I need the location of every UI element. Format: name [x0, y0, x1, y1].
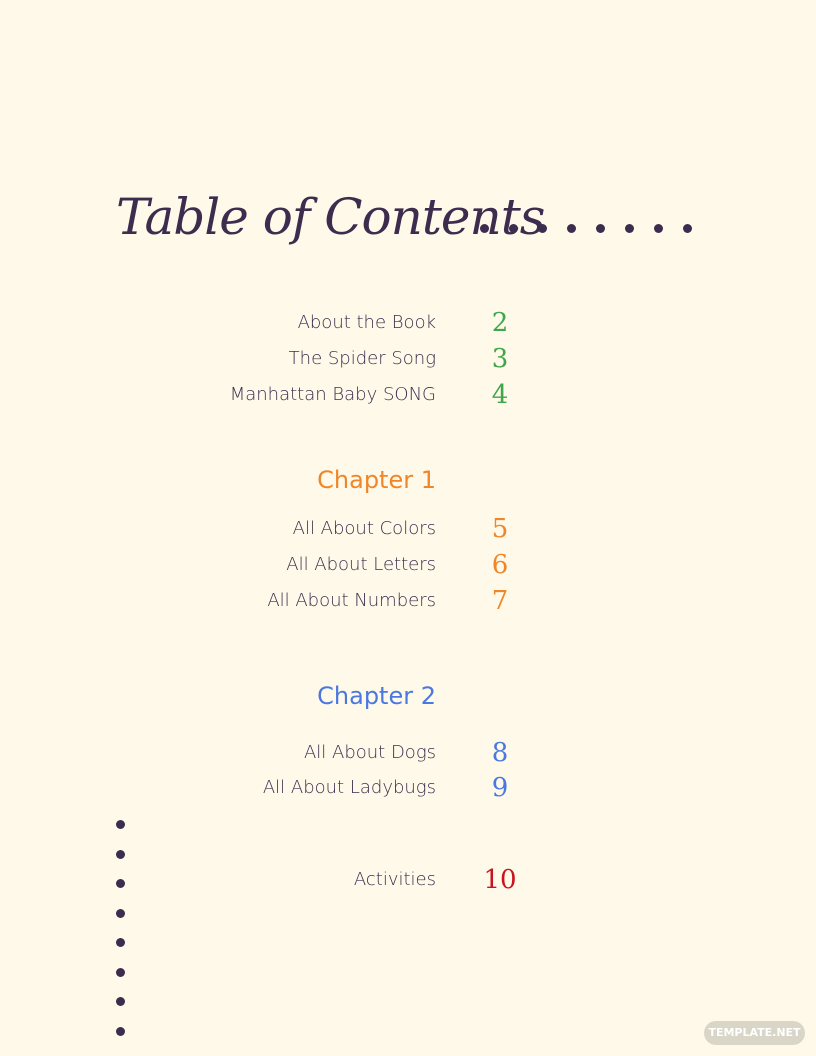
chapter-2-heading: Chapter 2 — [317, 682, 436, 710]
entry-page: 8 — [491, 738, 509, 768]
dot — [480, 224, 489, 233]
page-title: Table of Contents — [116, 188, 545, 246]
entry-page: 2 — [491, 308, 509, 338]
entry-label: All About Colors — [292, 518, 436, 539]
dot — [116, 879, 125, 888]
entry-label: All About Numbers — [267, 590, 436, 611]
dot — [625, 224, 634, 233]
toc-entry: The Spider Song 3 — [0, 344, 816, 374]
title-dots-decoration — [480, 224, 692, 233]
toc-entry: All About Letters 6 — [0, 550, 816, 580]
entry-page: 5 — [491, 514, 509, 544]
entry-page: 9 — [491, 773, 509, 803]
entry-page: 3 — [491, 344, 509, 374]
dot — [538, 224, 547, 233]
dot — [116, 908, 125, 918]
entry-label: About the Book — [297, 312, 436, 333]
entry-page: 6 — [491, 550, 509, 580]
toc-entry: Manhattan Baby SONG 4 — [0, 380, 816, 410]
dot — [116, 967, 125, 977]
chapter-1-heading: Chapter 1 — [317, 466, 436, 494]
toc-entry: About the Book 2 — [0, 308, 816, 338]
entry-label: Manhattan Baby SONG — [229, 384, 436, 405]
dot — [509, 224, 518, 233]
dot — [567, 224, 576, 233]
entry-label: The Spider Song — [288, 348, 436, 369]
entry-label: All About Ladybugs — [262, 777, 436, 798]
entry-page: 4 — [491, 380, 509, 410]
dot — [596, 224, 605, 233]
entry-page: 7 — [491, 586, 509, 616]
toc-entry: All About Colors 5 — [0, 514, 816, 544]
watermark-badge: TEMPLATE.NET — [704, 1021, 805, 1045]
toc-entry: All About Dogs 8 — [0, 738, 816, 768]
dot — [116, 820, 125, 829]
entry-label: Activities — [353, 869, 436, 890]
toc-entry: All About Numbers 7 — [0, 586, 816, 616]
entry-page: 10 — [483, 865, 517, 895]
dot — [683, 224, 692, 233]
side-dots-decoration — [116, 820, 125, 1036]
dot — [116, 1026, 125, 1036]
dot — [116, 849, 125, 859]
dot — [654, 224, 663, 233]
entry-label: All About Letters — [286, 554, 436, 575]
dot — [116, 997, 125, 1006]
toc-entry: All About Ladybugs 9 — [0, 773, 816, 803]
dot — [116, 938, 125, 947]
entry-label: All About Dogs — [303, 742, 436, 763]
